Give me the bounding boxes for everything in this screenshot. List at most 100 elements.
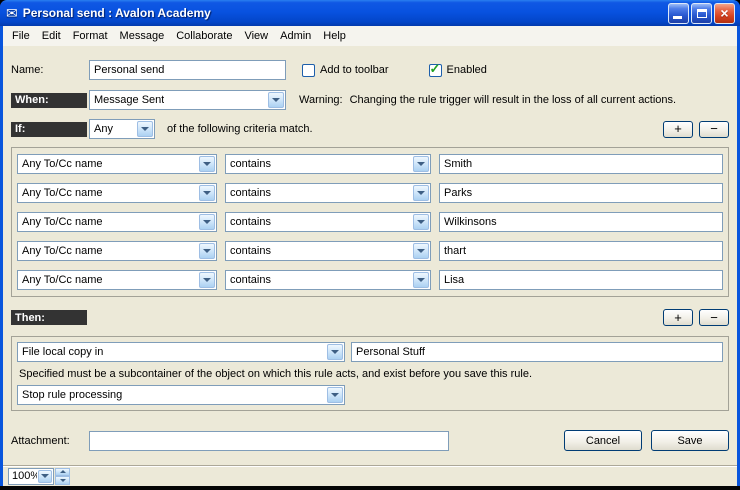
criteria-op-select[interactable]: contains <box>225 241 431 261</box>
zoom-dropdown-button[interactable] <box>38 470 52 483</box>
criteria-value-input[interactable] <box>439 154 723 174</box>
if-label: If: <box>11 122 87 137</box>
add-to-toolbar-checkbox[interactable] <box>302 64 315 77</box>
menu-admin[interactable]: Admin <box>274 28 317 44</box>
chevron-down-icon <box>331 393 339 397</box>
menu-view[interactable]: View <box>238 28 274 44</box>
chevron-down-icon <box>272 98 280 102</box>
save-button[interactable]: Save <box>651 430 729 451</box>
menu-file[interactable]: File <box>6 28 36 44</box>
criteria-field-value: Any To/Cc name <box>22 158 103 170</box>
zoom-select[interactable]: 100% <box>8 468 54 485</box>
criteria-field-dropdown-button[interactable] <box>199 185 215 201</box>
criteria-op-dropdown-button[interactable] <box>413 214 429 230</box>
criteria-field-select[interactable]: Any To/Cc name <box>17 212 217 232</box>
menu-collaborate[interactable]: Collaborate <box>170 28 238 44</box>
criteria-field-select[interactable]: Any To/Cc name <box>17 183 217 203</box>
window-icon: ✉ <box>6 6 18 20</box>
action-dropdown-button[interactable] <box>327 344 343 360</box>
criteria-op-dropdown-button[interactable] <box>413 156 429 172</box>
attachment-input[interactable] <box>89 431 449 451</box>
when-row: When: Message Sent Warning: Changing the … <box>11 90 729 110</box>
add-action-button[interactable]: + <box>663 309 693 326</box>
criteria-op-select[interactable]: contains <box>225 270 431 290</box>
criteria-op-select[interactable]: contains <box>225 212 431 232</box>
close-button[interactable]: × <box>714 3 735 24</box>
criteria-op-value: contains <box>230 158 271 170</box>
menu-help[interactable]: Help <box>317 28 352 44</box>
maximize-icon <box>697 9 707 18</box>
minimize-icon <box>673 16 682 19</box>
criteria-field-dropdown-button[interactable] <box>199 243 215 259</box>
when-select[interactable]: Message Sent <box>89 90 286 110</box>
criteria-field-value: Any To/Cc name <box>22 245 103 257</box>
chevron-down-icon <box>203 162 211 166</box>
spinner-down-button[interactable] <box>55 476 70 485</box>
criteria-op-dropdown-button[interactable] <box>413 272 429 288</box>
criteria-group: Any To/Cc name contains Any To/Cc name <box>11 147 729 297</box>
chevron-down-icon <box>203 249 211 253</box>
if-match-dropdown-button[interactable] <box>137 121 153 137</box>
criteria-op-select[interactable]: contains <box>225 183 431 203</box>
window-body: File Edit Format Message Collaborate Vie… <box>3 26 737 486</box>
criteria-field-dropdown-button[interactable] <box>199 272 215 288</box>
criteria-value-input[interactable] <box>439 212 723 232</box>
name-input[interactable] <box>89 60 286 80</box>
criteria-field-value: Any To/Cc name <box>22 187 103 199</box>
chevron-down-icon <box>417 278 425 282</box>
spinner-up-button[interactable] <box>55 468 70 477</box>
action-select[interactable]: File local copy in <box>17 342 345 362</box>
chevron-down-icon <box>203 220 211 224</box>
chevron-down-icon <box>141 127 149 131</box>
criteria-field-select[interactable]: Any To/Cc name <box>17 154 217 174</box>
action-group: File local copy in Specified must be a s… <box>11 336 729 411</box>
action-target-input[interactable] <box>351 342 723 362</box>
warning-text: Warning: Changing the rule trigger will r… <box>299 94 676 106</box>
zoom-spinner <box>55 468 70 485</box>
menu-format[interactable]: Format <box>67 28 114 44</box>
warning-label: Warning: <box>299 94 343 106</box>
criteria-field-dropdown-button[interactable] <box>199 214 215 230</box>
attachment-label: Attachment: <box>11 435 89 447</box>
when-dropdown-button[interactable] <box>268 92 284 108</box>
criteria-field-select[interactable]: Any To/Cc name <box>17 270 217 290</box>
criteria-field-select[interactable]: Any To/Cc name <box>17 241 217 261</box>
menu-edit[interactable]: Edit <box>36 28 67 44</box>
enabled-label: Enabled <box>447 64 487 76</box>
criteria-op-value: contains <box>230 245 271 257</box>
criteria-row: Any To/Cc name contains <box>17 270 723 290</box>
action-buttons-add-remove: + − <box>657 309 729 326</box>
criteria-op-value: contains <box>230 187 271 199</box>
action-select-value: File local copy in <box>22 346 103 358</box>
criteria-op-dropdown-button[interactable] <box>413 243 429 259</box>
cancel-button[interactable]: Cancel <box>564 430 642 451</box>
chevron-down-icon <box>60 479 66 482</box>
titlebar[interactable]: ✉ Personal send : Avalon Academy × <box>0 0 740 26</box>
action2-dropdown-button[interactable] <box>327 387 343 403</box>
minimize-button[interactable] <box>668 3 689 24</box>
if-suffix-label: of the following criteria match. <box>167 123 313 135</box>
criteria-field-value: Any To/Cc name <box>22 274 103 286</box>
chevron-down-icon <box>417 162 425 166</box>
if-match-select[interactable]: Any <box>89 119 155 139</box>
action2-select[interactable]: Stop rule processing <box>17 385 345 405</box>
criteria-field-dropdown-button[interactable] <box>199 156 215 172</box>
action-note: Specified must be a subcontainer of the … <box>19 368 723 380</box>
name-label: Name: <box>11 64 89 76</box>
menu-message[interactable]: Message <box>114 28 171 44</box>
enabled-checkbox[interactable]: ✓ <box>429 64 442 77</box>
criteria-op-dropdown-button[interactable] <box>413 185 429 201</box>
criteria-value-input[interactable] <box>439 183 723 203</box>
chevron-down-icon <box>417 220 425 224</box>
remove-criteria-button[interactable]: − <box>699 121 729 138</box>
warning-message: Changing the rule trigger will result in… <box>350 94 677 106</box>
maximize-button[interactable] <box>691 3 712 24</box>
remove-action-button[interactable]: − <box>699 309 729 326</box>
add-criteria-button[interactable]: + <box>663 121 693 138</box>
criteria-op-select[interactable]: contains <box>225 154 431 174</box>
check-icon: ✓ <box>430 62 441 75</box>
criteria-value-input[interactable] <box>439 270 723 290</box>
action2-select-value: Stop rule processing <box>22 389 122 401</box>
when-label: When: <box>11 93 87 108</box>
criteria-value-input[interactable] <box>439 241 723 261</box>
